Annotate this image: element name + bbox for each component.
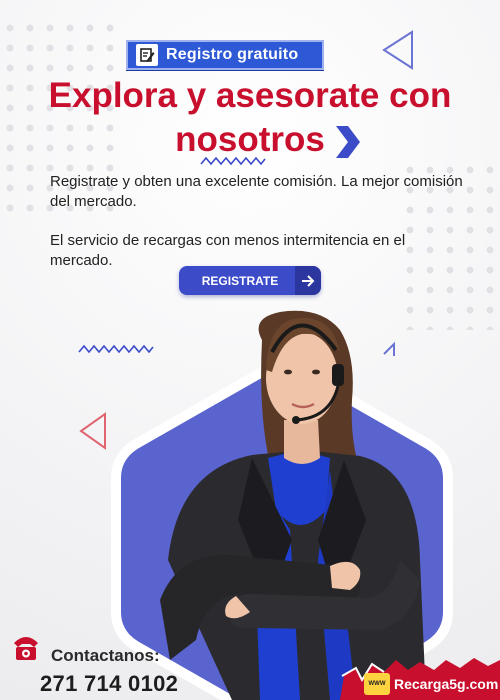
brand-logo-link[interactable]: WWW Recarga5g.com [364,673,498,695]
telephone-icon [14,637,38,660]
promo-page: Registro gratuito Explora y asesorate co… [0,0,500,700]
phone-number[interactable]: 271 714 0102 [40,671,178,697]
globe-logo-icon: WWW [364,673,390,695]
footer-torn-paper [340,658,500,700]
brand-name: Recarga5g.com [394,676,499,692]
contact-label: Contactanos: [51,646,160,665]
